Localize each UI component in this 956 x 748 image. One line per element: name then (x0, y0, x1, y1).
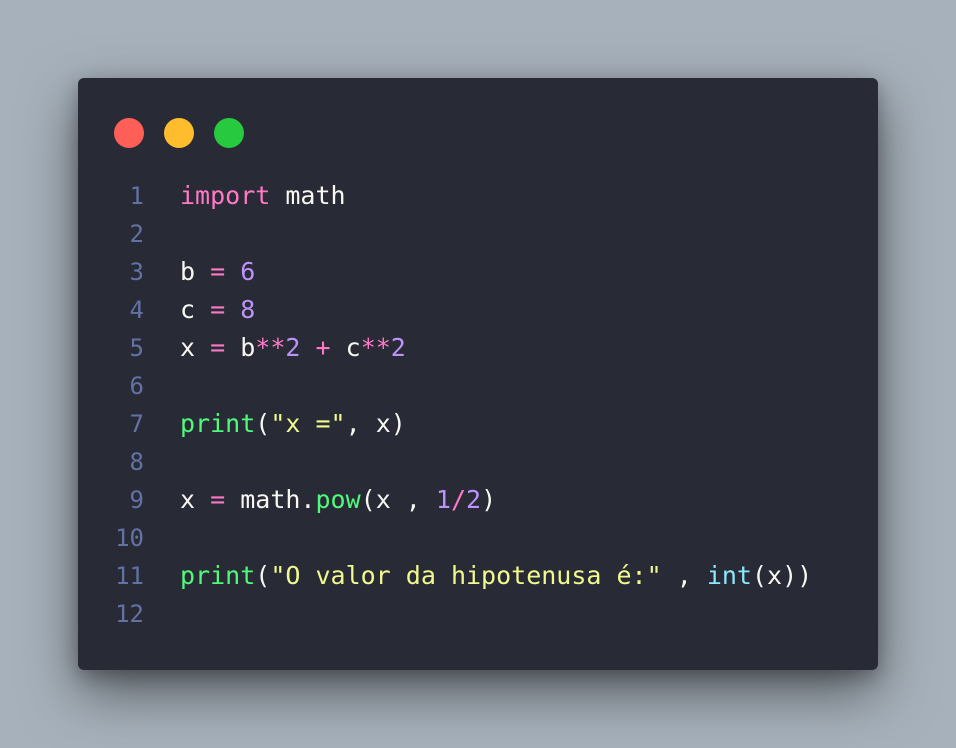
code-token: "x =" (270, 409, 346, 438)
code-token: 2 (466, 485, 482, 514)
code-token: / (450, 485, 467, 514)
code-token: c (180, 295, 211, 324)
line-number: 2 (129, 220, 144, 248)
line-number: 10 (115, 524, 144, 552)
code-line: 5x = b**2 + c**2 (78, 329, 878, 367)
code-text: b = 6 (180, 253, 255, 291)
code-token: int (706, 561, 752, 590)
line-number: 12 (115, 600, 144, 628)
close-dot-icon[interactable] (114, 118, 144, 148)
code-token: = (210, 257, 226, 286)
code-token: print (180, 561, 256, 590)
code-line: 10 (78, 519, 878, 557)
line-number: 9 (129, 486, 144, 514)
code-token: math. (225, 485, 316, 514)
code-token: pow (315, 485, 361, 514)
code-token: x (180, 485, 211, 514)
line-number: 7 (129, 410, 144, 438)
code-token: ** (360, 333, 391, 362)
code-line: 8 (78, 443, 878, 481)
code-token: ( (255, 561, 271, 590)
code-token: x (180, 333, 211, 362)
code-line: 11 print("O valor da hipotenusa é:" , int… (78, 557, 878, 595)
code-text: x = math.pow(x , 1/2) (180, 481, 496, 519)
code-line: 12 (78, 595, 878, 633)
code-token: b (225, 333, 256, 362)
maximize-dot-icon[interactable] (214, 118, 244, 148)
code-token: , x) (345, 409, 406, 438)
code-token: math (270, 181, 346, 210)
code-token: 2 (390, 333, 406, 362)
code-token: ) (481, 485, 497, 514)
code-token: import (180, 181, 271, 210)
line-number: 5 (129, 334, 144, 362)
code-text: import math (180, 177, 346, 215)
code-token: = (210, 333, 226, 362)
code-token: + (315, 333, 331, 362)
code-line: 3 b = 6 (78, 253, 878, 291)
code-token: (x , (360, 485, 436, 514)
code-line: 9 x = math.pow(x , 1/2) (78, 481, 878, 519)
line-number: 8 (129, 448, 144, 476)
line-number: 3 (129, 258, 144, 286)
code-text: c = 8 (180, 291, 255, 329)
line-number: 4 (129, 296, 144, 324)
code-token: = (210, 295, 226, 324)
minimize-dot-icon[interactable] (164, 118, 194, 148)
code-line: 7 print("x =", x) (78, 405, 878, 443)
code-text: print("O valor da hipotenusa é:" , int(x… (180, 557, 812, 595)
code-text: x = b**2 + c**2 (180, 329, 406, 367)
line-number: 6 (129, 372, 144, 400)
code-token: ** (255, 333, 286, 362)
code-line: 6 (78, 367, 878, 405)
code-token: (x)) (751, 561, 813, 590)
code-token: = (210, 485, 226, 514)
code-block: 1 import math 2 3 b = 64c = 85x = b**2 + c**… (78, 177, 878, 633)
code-token: b (180, 257, 211, 286)
line-number: 1 (129, 182, 144, 210)
code-token: c (330, 333, 361, 362)
code-line: 2 (78, 215, 878, 253)
code-token: 6 (240, 257, 256, 286)
code-token: 2 (285, 333, 301, 362)
code-token: "O valor da hipotenusa é:" (270, 561, 662, 590)
code-token: 8 (240, 295, 256, 324)
code-token: print (180, 409, 256, 438)
code-token: , (661, 561, 707, 590)
code-token: 1 (435, 485, 451, 514)
code-window: 1 import math 2 3 b = 64c = 85x = b**2 + c**… (78, 78, 878, 670)
line-number: 11 (115, 562, 144, 590)
code-line: 4 c = 8 (78, 291, 878, 329)
code-line: 1 import math (78, 177, 878, 215)
code-token: ( (255, 409, 271, 438)
code-text: print("x =", x) (180, 405, 406, 443)
